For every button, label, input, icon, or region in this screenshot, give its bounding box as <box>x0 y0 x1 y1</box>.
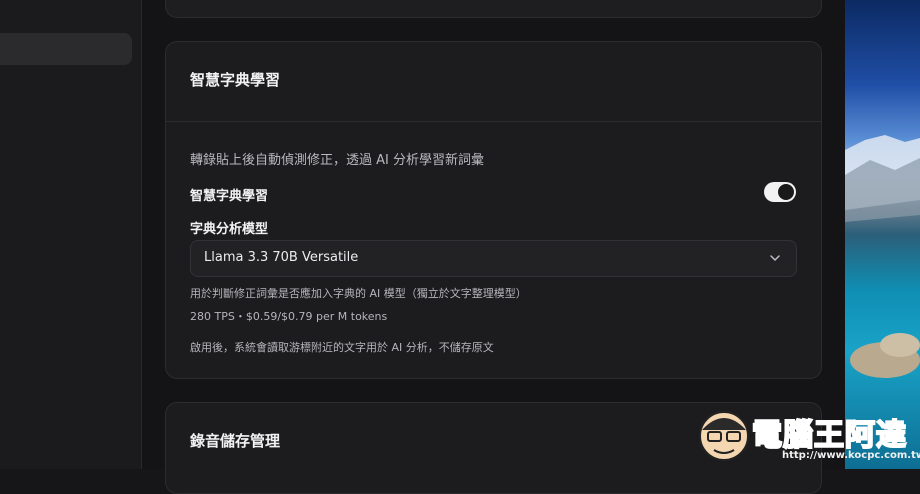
smart-dictionary-card: 智慧字典學習 轉錄貼上後自動偵測修正，透過 AI 分析學習新詞彙 智慧字典學習 … <box>165 41 822 379</box>
section-description: 轉錄貼上後自動偵測修正，透過 AI 分析學習新詞彙 <box>190 153 484 168</box>
smart-dictionary-toggle[interactable] <box>764 182 796 202</box>
watermark: 電腦王阿達 http://www.kocpc.com.tw <box>690 402 920 469</box>
privacy-note: 啟用後，系統會讀取游標附近的文字用於 AI 分析，不儲存原文 <box>190 341 494 354</box>
watermark-text: 電腦王阿達 <box>751 417 907 454</box>
mascot-face-icon <box>699 411 749 461</box>
card-header: 智慧字典學習 <box>166 42 821 122</box>
previous-settings-card <box>165 0 822 18</box>
watermark-url: http://www.kocpc.com.tw <box>782 450 920 461</box>
model-pricing-text: 280 TPS・$0.59/$0.79 per M tokens <box>190 310 388 323</box>
section-title: 智慧字典學習 <box>190 71 281 89</box>
sidebar-item-selected[interactable] <box>0 33 132 65</box>
toggle-label: 智慧字典學習 <box>190 189 269 204</box>
wallpaper-image <box>845 135 920 378</box>
section2-title: 錄音儲存管理 <box>190 432 281 450</box>
model-select-value: Llama 3.3 70B Versatile <box>204 250 359 265</box>
chevron-down-icon <box>770 255 780 261</box>
model-label: 字典分析模型 <box>190 222 269 237</box>
toggle-knob <box>778 184 794 200</box>
model-select[interactable]: Llama 3.3 70B Versatile <box>190 240 797 277</box>
sidebar <box>0 0 142 469</box>
desktop-wallpaper <box>845 0 920 469</box>
model-help-text: 用於判斷修正詞彙是否應加入字典的 AI 模型（獨立於文字整理模型） <box>190 287 527 300</box>
